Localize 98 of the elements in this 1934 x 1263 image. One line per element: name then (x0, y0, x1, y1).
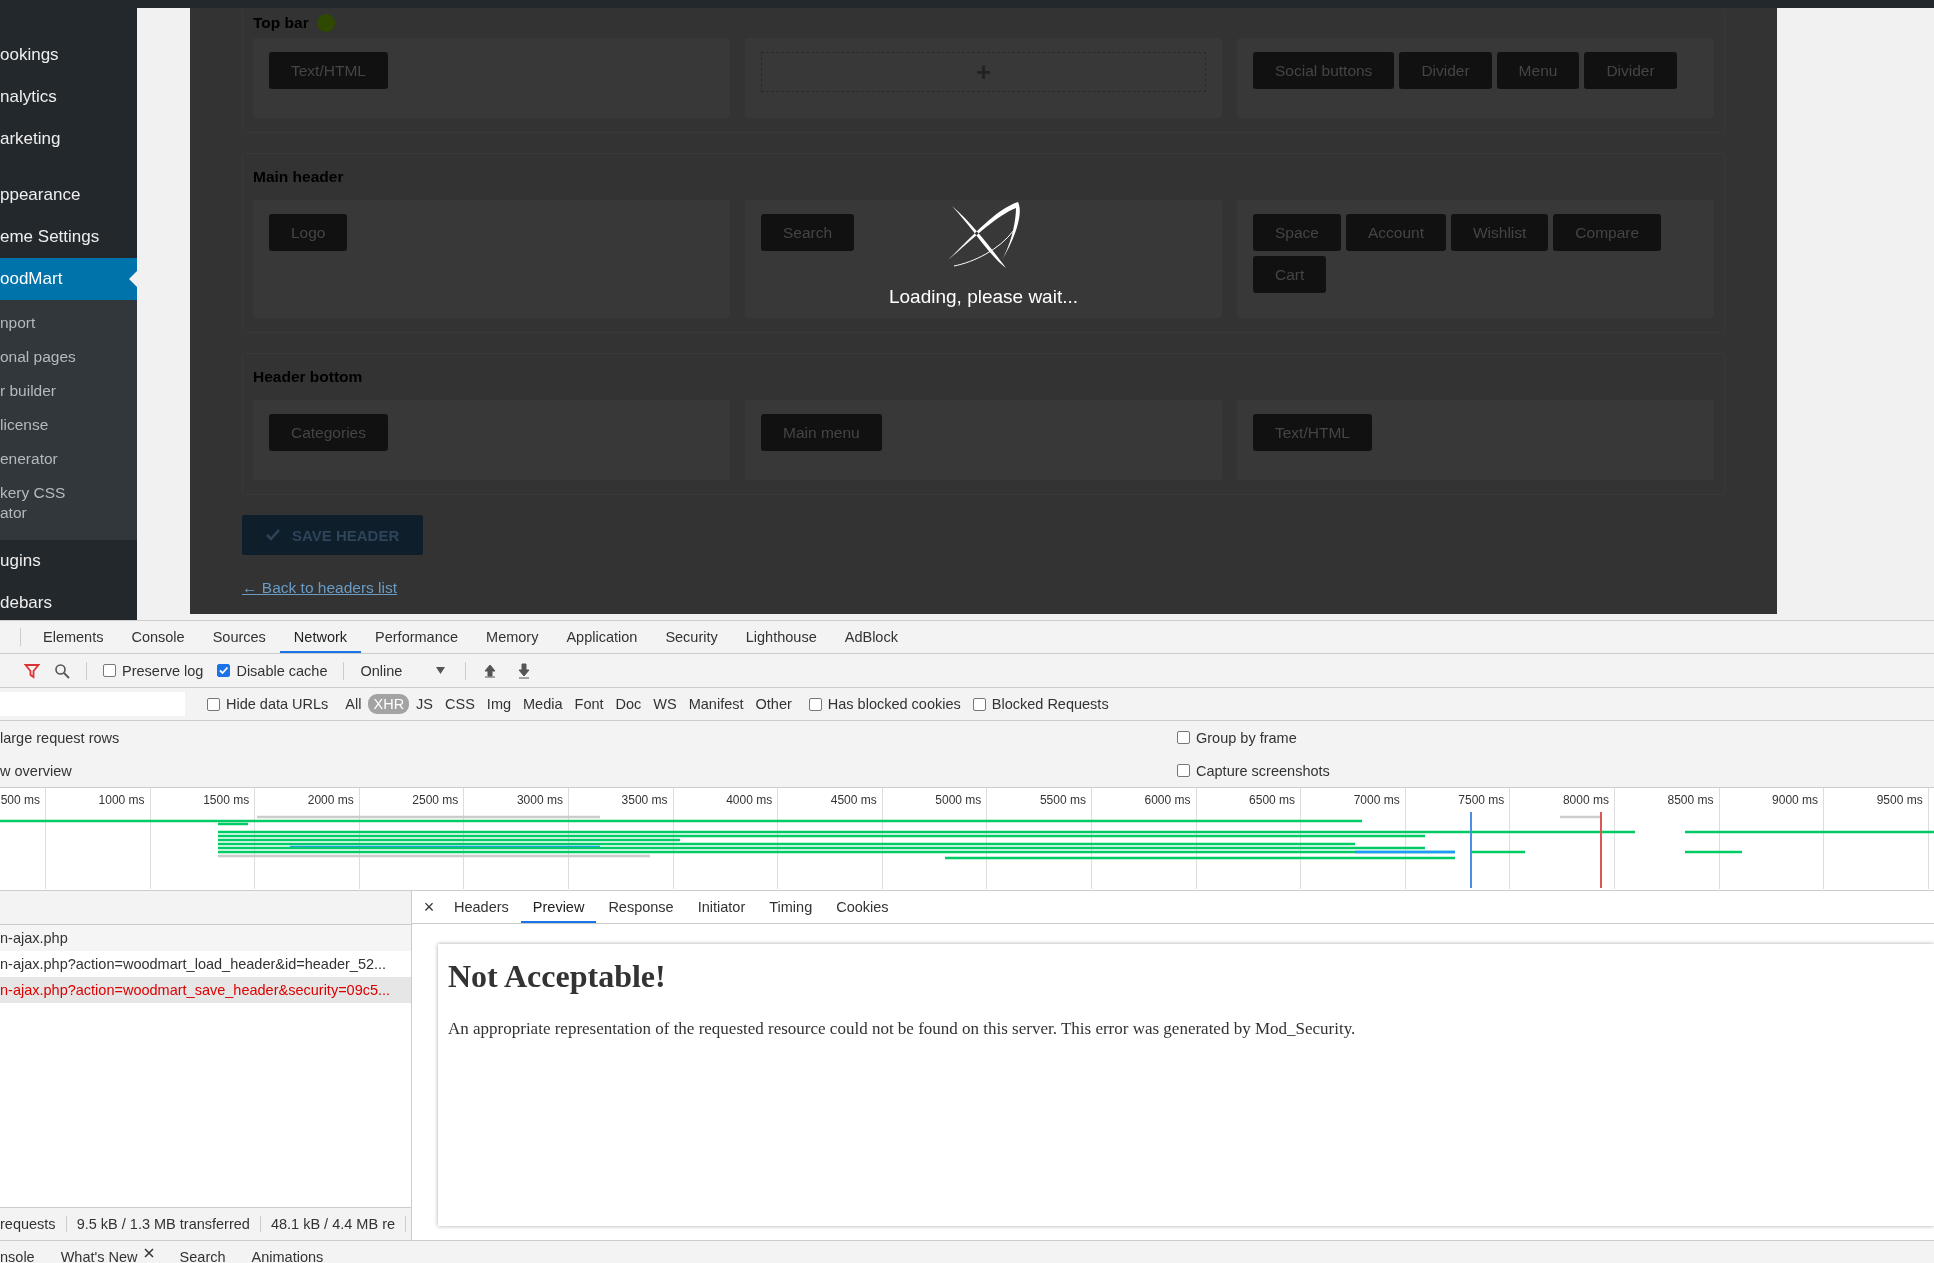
drawer-tab[interactable]: nsole (0, 1248, 35, 1263)
filter-type-button[interactable]: Font (569, 694, 609, 714)
detail-tab[interactable]: Headers (442, 891, 521, 923)
sidebar-item[interactable]: eme Settings (0, 216, 137, 258)
tick-label: 2000 ms (307, 793, 354, 807)
detail-tab[interactable]: Initiator (685, 891, 758, 923)
checkbox[interactable] (808, 697, 822, 711)
detail-tab[interactable]: Response (596, 891, 686, 923)
devtools-tab[interactable]: Network (279, 621, 362, 653)
search-icon[interactable] (54, 662, 70, 679)
download-icon[interactable] (516, 662, 533, 679)
filter-type-button[interactable]: Manifest (683, 694, 749, 714)
tick-label: 6000 ms (1144, 793, 1191, 807)
sidebar-item[interactable]: kery CSS ator (0, 476, 80, 530)
checkbox[interactable] (103, 664, 116, 677)
status-text: requests (0, 1216, 67, 1232)
setting-label: w overview (0, 762, 72, 779)
filter-type-button[interactable]: WS (648, 694, 682, 714)
sidebar-item[interactable]: enerator (0, 442, 80, 476)
checkbox-label: Has blocked cookies (827, 696, 961, 712)
sidebar-item[interactable]: ookings (0, 34, 137, 76)
close-button[interactable]: × (416, 896, 442, 918)
checkbox[interactable] (207, 697, 220, 711)
checkbox[interactable] (1177, 764, 1190, 777)
request-row[interactable]: n-ajax.php?action=woodmart_load_header&id=header_52... (0, 951, 411, 977)
tick-label: 4000 ms (726, 793, 773, 807)
sidebar-item[interactable]: debars (0, 582, 137, 624)
filter-type-button[interactable]: Media (518, 694, 568, 714)
tick-label: 5000 ms (935, 793, 982, 807)
throttling-dropdown[interactable]: Online (360, 662, 450, 679)
sidebar-item[interactable]: arketing (0, 118, 137, 160)
loading-text: Loading, please wait... (888, 286, 1079, 308)
sidebar-item[interactable]: license (0, 408, 80, 442)
checkbox-label: Blocked Requests (991, 696, 1109, 712)
checkbox-label: Capture screenshots (1196, 762, 1330, 779)
filter-type-button[interactable]: CSS (440, 694, 480, 714)
checkbox[interactable] (1177, 731, 1190, 744)
tick-label: 1500 ms (203, 793, 250, 807)
drawer-tab[interactable]: What's New (60, 1248, 154, 1263)
sidebar-item[interactable]: nalytics (0, 76, 137, 118)
drawer-tab[interactable]: Animations (251, 1248, 324, 1263)
checkbox-label: Group by frame (1196, 729, 1297, 746)
drawer-tab[interactable]: Search (179, 1248, 226, 1263)
devtools-tab[interactable]: Lighthouse (731, 621, 831, 653)
devtools-tab[interactable]: Performance (361, 621, 473, 653)
tick-label: 9500 ms (1876, 793, 1923, 807)
sidebar-item[interactable]: onal pages (0, 340, 80, 374)
tick-label: 6500 ms (1249, 793, 1296, 807)
tick-label: 5500 ms (1039, 793, 1086, 807)
filter-type-button[interactable]: Other (750, 694, 797, 714)
checkbox-label: Preserve log (122, 662, 204, 679)
upload-icon[interactable] (482, 662, 499, 679)
caret-icon (436, 667, 446, 674)
close-icon[interactable] (143, 1248, 154, 1258)
sidebar-item[interactable]: r builder (0, 374, 80, 408)
tick-label: 8500 ms (1667, 793, 1714, 807)
detail-tab[interactable]: Cookies (824, 891, 901, 923)
checkbox[interactable] (972, 697, 986, 711)
devtools-tab[interactable]: Elements (29, 621, 118, 653)
tick-label: 7000 ms (1353, 793, 1400, 807)
check-icon (266, 529, 280, 541)
sidebar-item[interactable]: ugins (0, 540, 137, 582)
tick-label: 2500 ms (412, 793, 459, 807)
tick-label: 1000 ms (98, 793, 145, 807)
error-heading: Not Acceptable! (448, 958, 667, 995)
error-message: An appropriate representation of the requested resource could not be found on this server. This error was generated by Mod_Security. (448, 1019, 1357, 1039)
devtools-tab[interactable]: AdBlock (830, 621, 912, 653)
tick-label: 3500 ms (621, 793, 668, 807)
filter-icon[interactable] (24, 662, 40, 679)
filter-type-button[interactable]: All (340, 694, 367, 714)
filter-type-button[interactable]: Img (481, 694, 517, 714)
tick-label: 8000 ms (1562, 793, 1609, 807)
tick-label: 500 ms (0, 793, 40, 807)
back-link[interactable]: ← Back to headers list (242, 579, 398, 597)
devtools-tab[interactable]: Memory (472, 621, 553, 653)
devtools-tab[interactable]: Sources (198, 621, 280, 653)
checkbox-label: Hide data URLs (226, 696, 329, 712)
checkbox-label: Disable cache (236, 662, 328, 679)
devtools-tab[interactable]: Application (552, 621, 652, 653)
tick-label: 9000 ms (1772, 793, 1819, 807)
status-text: 9.5 kB / 1.3 MB transferred (66, 1216, 261, 1232)
request-row[interactable]: n-ajax.php?action=woodmart_save_header&security=09c5... (0, 977, 411, 1003)
devtools-tab[interactable]: Console (117, 621, 199, 653)
status-text: 48.1 kB / 4.4 MB re (260, 1216, 407, 1232)
tick-label: 3000 ms (516, 793, 563, 807)
filter-type-button[interactable]: Doc (610, 694, 647, 714)
tick-label: 7500 ms (1458, 793, 1505, 807)
detail-tab[interactable]: Timing (757, 891, 825, 923)
checkbox[interactable] (217, 664, 231, 677)
tick-label: 4500 ms (830, 793, 877, 807)
sidebar-item[interactable]: ppearance (0, 174, 137, 216)
sidebar-item[interactable]: oodMart (0, 258, 137, 300)
devtools-tab[interactable]: Security (651, 621, 732, 653)
filter-type-button[interactable]: JS (411, 694, 439, 714)
request-row[interactable]: n-ajax.php (0, 925, 411, 951)
detail-tab[interactable]: Preview (520, 891, 597, 923)
setting-label: large request rows (0, 729, 120, 746)
sidebar-item[interactable]: nport (0, 306, 80, 340)
